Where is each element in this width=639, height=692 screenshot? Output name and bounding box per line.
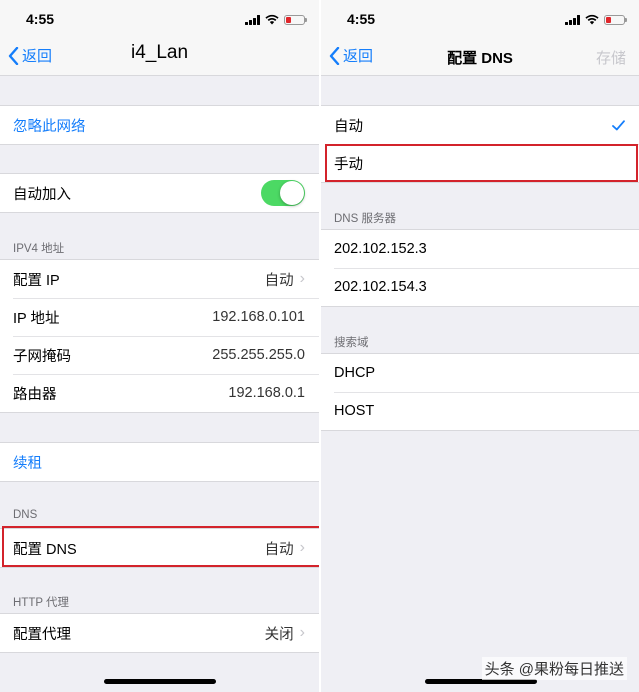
- subnet-mask-row: 子网掩码 255.255.255.0: [0, 336, 319, 374]
- auto-join-toggle[interactable]: [261, 180, 305, 206]
- status-bar: 4:55: [0, 0, 319, 36]
- router-row: 路由器 192.168.0.1: [0, 374, 319, 412]
- chevron-right-icon: ›: [299, 624, 305, 641]
- dns-server-item[interactable]: 202.102.152.3: [321, 230, 639, 268]
- status-icons: [245, 14, 307, 25]
- configure-dns-screen: 4:55 返回 配置 DNS 存储 自动 手动 DNS 服务器 202.102.…: [321, 0, 639, 692]
- cellular-signal-icon: [565, 14, 580, 25]
- auto-join-row: 自动加入: [0, 174, 319, 212]
- nav-bar: 返回 配置 DNS 存储: [321, 36, 639, 76]
- battery-icon: [604, 14, 627, 25]
- checkmark-icon: [612, 119, 625, 130]
- search-domain-item[interactable]: HOST: [321, 392, 639, 430]
- chevron-right-icon: ›: [299, 539, 305, 556]
- dns-header: DNS: [13, 509, 38, 521]
- chevron-right-icon: ›: [299, 270, 305, 287]
- status-bar: 4:55: [321, 0, 639, 36]
- proxy-group: 配置代理 关闭 ›: [0, 613, 319, 653]
- forget-group: 忽略此网络: [0, 105, 319, 145]
- search-domains-group: DHCP HOST: [321, 353, 639, 431]
- forget-network-button[interactable]: 忽略此网络: [0, 106, 319, 144]
- renew-group: 续租: [0, 442, 319, 482]
- mode-manual-row[interactable]: 手动: [321, 144, 639, 182]
- watermark: 头条 @果粉每日推送: [481, 657, 627, 680]
- battery-icon: [284, 14, 307, 25]
- nav-bar: 返回 i4_Lan: [0, 36, 319, 76]
- status-time: 4:55: [26, 11, 55, 27]
- auto-join-label: 自动加入: [13, 186, 71, 203]
- configure-dns-row[interactable]: 配置 DNS 自动 ›: [0, 529, 319, 567]
- wifi-icon: [265, 14, 279, 25]
- wifi-detail-screen: 4:55 返回 i4_Lan 忽略此网络 自动加入 IPV4 地址 配置 IP …: [0, 0, 319, 692]
- dns-mode-group: 自动 手动: [321, 105, 639, 183]
- renew-lease-button[interactable]: 续租: [0, 443, 319, 481]
- ipv4-header: IPV4 地址: [13, 243, 65, 255]
- save-button[interactable]: 存储: [596, 47, 626, 68]
- page-title: i4_Lan: [130, 42, 189, 63]
- dns-server-item[interactable]: 202.102.154.3: [321, 268, 639, 306]
- dns-group: 配置 DNS 自动 ›: [0, 528, 319, 568]
- search-domain-item[interactable]: DHCP: [321, 354, 639, 392]
- ip-address-row: IP 地址 192.168.0.101: [0, 298, 319, 336]
- wifi-icon: [585, 14, 599, 25]
- search-domains-header: 搜索域: [334, 337, 369, 349]
- http-proxy-header: HTTP 代理: [13, 597, 70, 609]
- ipv4-group: 配置 IP 自动 › IP 地址 192.168.0.101 子网掩码 255.…: [0, 259, 319, 413]
- mode-automatic-row[interactable]: 自动: [321, 106, 639, 144]
- status-icons: [565, 14, 627, 25]
- configure-proxy-row[interactable]: 配置代理 关闭 ›: [0, 614, 319, 652]
- auto-join-group: 自动加入: [0, 173, 319, 213]
- status-time: 4:55: [347, 11, 376, 27]
- configure-ip-row[interactable]: 配置 IP 自动 ›: [0, 260, 319, 298]
- dns-servers-header: DNS 服务器: [334, 213, 396, 225]
- dns-servers-group: 202.102.152.3 202.102.154.3: [321, 229, 639, 307]
- cellular-signal-icon: [245, 14, 260, 25]
- home-indicator[interactable]: [104, 679, 216, 684]
- page-title: 配置 DNS: [447, 50, 513, 67]
